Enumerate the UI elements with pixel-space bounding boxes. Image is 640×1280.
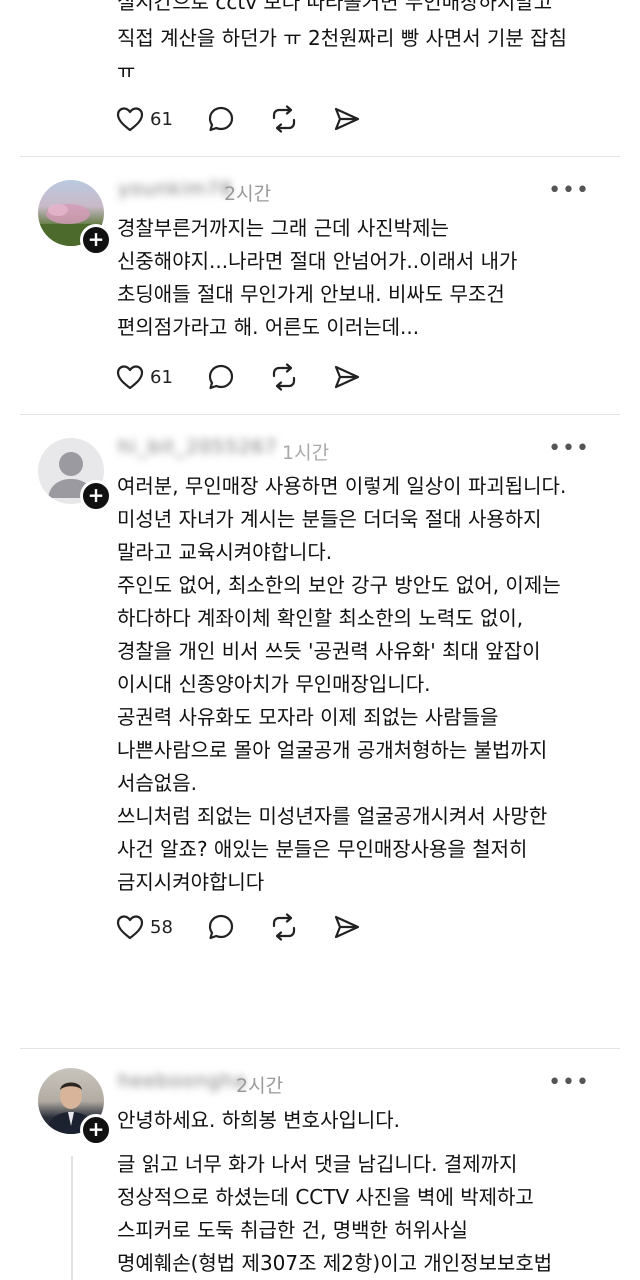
thread-line	[71, 1156, 73, 1280]
timestamp: 1시간	[282, 442, 330, 464]
post-2-text: 경찰부른거까지는 그래 근데 사진박제는 신중해야지...나라면 절대 안넘어가…	[117, 216, 518, 339]
comment-icon	[208, 914, 234, 940]
share-button[interactable]	[333, 363, 361, 391]
repost-icon	[272, 913, 296, 941]
reply-button[interactable]	[207, 105, 235, 133]
repost-icon	[272, 105, 296, 133]
post-4-text-first: 안녕하세요. 하희봉 변호사입니다.	[117, 1108, 401, 1132]
post-2: + younkim78 2시간 ••• 경찰부른거까지는 그래 근데 사진박제는…	[0, 156, 640, 414]
send-icon	[334, 365, 360, 389]
like-count: 61	[150, 366, 173, 388]
like-count: 61	[150, 108, 173, 130]
heart-icon	[116, 107, 144, 132]
repost-button[interactable]	[269, 363, 299, 391]
send-icon	[334, 107, 360, 131]
post-4: + heeboongha 2시간 ••• 안녕하세요. 하희봉 변호사입니다. …	[0, 1048, 640, 1280]
repost-button[interactable]	[269, 105, 299, 133]
post-1: 실시간으로 cctv 보다 따라올거면 무인매장하지말고 직접 계산을 하던가 …	[0, 0, 640, 156]
timestamp: 2시간	[236, 1075, 284, 1097]
reply-button[interactable]	[207, 363, 235, 391]
reply-button[interactable]	[207, 913, 235, 941]
username[interactable]: hi_bit_2055267	[118, 436, 278, 458]
follow-plus-icon[interactable]: +	[80, 480, 112, 512]
follow-plus-icon[interactable]: +	[80, 1114, 112, 1146]
post-3: + hi_bit_2055267 1시간 ••• 여러분, 무인매장 사용하면 …	[0, 414, 640, 1048]
post-1-actions: 61	[116, 102, 395, 136]
heart-icon	[116, 365, 144, 390]
post-1-text: 직접 계산을 하던가 ㅠ 2천원짜리 빵 사면서 기분 잡침 ㅠ	[117, 26, 567, 83]
post-3-text: 여러분, 무인매장 사용하면 이렇게 일상이 파괴됩니다. 미성년 자녀가 계시…	[117, 474, 567, 894]
repost-button[interactable]	[269, 913, 299, 941]
repost-icon	[272, 363, 296, 391]
send-icon	[334, 915, 360, 939]
share-button[interactable]	[333, 105, 361, 133]
more-options-icon[interactable]: •••	[548, 178, 590, 203]
like-button[interactable]: 58	[116, 914, 173, 940]
like-button[interactable]: 61	[116, 364, 173, 390]
follow-plus-icon[interactable]: +	[80, 224, 112, 256]
post-1-text-top: 실시간으로 cctv 보다 따라올거면 무인매장하지말고	[117, 0, 553, 14]
comment-icon	[208, 106, 234, 132]
username[interactable]: younkim78	[118, 178, 233, 200]
share-button[interactable]	[333, 913, 361, 941]
post-2-actions: 61	[116, 360, 395, 394]
like-button[interactable]: 61	[116, 106, 173, 132]
username[interactable]: heeboongha	[118, 1070, 247, 1092]
more-options-icon[interactable]: •••	[548, 1070, 590, 1095]
post-4-text: 글 읽고 너무 화가 나서 댓글 남깁니다. 결제까지 정상적으로 하셨는데 C…	[117, 1152, 553, 1275]
timestamp: 2시간	[224, 183, 272, 205]
comment-icon	[208, 364, 234, 390]
like-count: 58	[150, 916, 173, 938]
post-3-actions: 58	[116, 910, 395, 944]
more-options-icon[interactable]: •••	[548, 436, 590, 461]
heart-icon	[116, 915, 144, 940]
